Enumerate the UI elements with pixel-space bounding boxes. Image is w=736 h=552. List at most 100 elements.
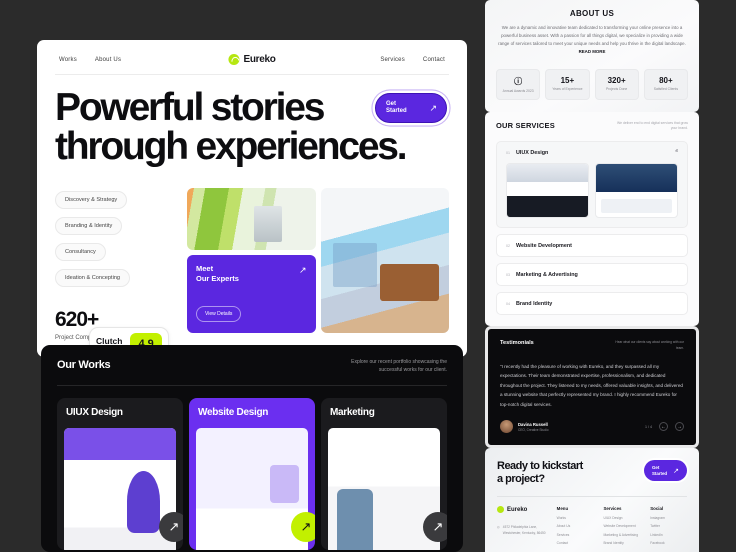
- about-heading: ABOUT US: [496, 9, 688, 18]
- stat-value: 320+: [601, 76, 633, 85]
- left-column: Works About Us Services Contact Eureko P…: [37, 40, 467, 357]
- nav-link-works[interactable]: Works: [59, 57, 77, 63]
- service-chip[interactable]: Discovery & Strategy: [55, 191, 127, 209]
- accordion-label: Brand Identity: [516, 301, 672, 307]
- cta-btn-line2: Started: [652, 471, 667, 476]
- service-chip-list: Discovery & Strategy Branding & Identity…: [55, 188, 173, 292]
- get-started-button[interactable]: Get Started ↗: [375, 93, 447, 123]
- stat-label: Projects Done: [601, 87, 633, 91]
- footer-link[interactable]: Marketing & Advertising: [603, 533, 640, 537]
- get-started-label: Get Started: [386, 101, 407, 116]
- testimonials-panel: Testimonials Hear what our clients say a…: [485, 326, 699, 448]
- footer-link[interactable]: Twitter: [650, 524, 687, 528]
- accordion-item-marketing[interactable]: 03 Marketing & Advertising ⱟ: [496, 263, 688, 286]
- accordion-number: 04: [506, 302, 510, 306]
- footer-column-social: Social Instagram Twitter LinkedIn Facebo…: [650, 506, 687, 545]
- meeting-room-photo: [321, 188, 450, 333]
- services-header: OUR SERVICES We deliver end to end digit…: [496, 121, 688, 133]
- nav-link-services[interactable]: Services: [380, 57, 405, 63]
- services-subtitle: We deliver end to end digital services t…: [614, 121, 688, 133]
- accordion-item-uiux[interactable]: 01 UIUX Design ⱏ: [496, 141, 688, 228]
- work-card-arrow-button[interactable]: ↗: [159, 512, 183, 542]
- footer-link[interactable]: About Us: [557, 524, 594, 528]
- cta-get-started-button[interactable]: Get Started ↗: [644, 460, 687, 481]
- stat-card-experience: 15+ Years of Experience: [545, 69, 589, 100]
- testimonial-quote: "I recently had the pleasure of working …: [500, 362, 684, 409]
- accordion-label: Marketing & Advertising: [516, 272, 672, 278]
- author-text: Davina Russell CEO, Creative Studio: [518, 422, 548, 432]
- footer-column-heading: Services: [603, 506, 640, 511]
- cta-btn-line1: Get: [652, 465, 659, 470]
- accordion-header[interactable]: 01 UIUX Design ⱏ: [497, 142, 687, 163]
- accordion-header[interactable]: 02 Website Development ⱟ: [497, 235, 687, 256]
- accordion-label: Website Development: [516, 243, 672, 249]
- nav-left-group: Works About Us: [59, 57, 121, 63]
- work-card-title: Marketing: [330, 407, 438, 418]
- view-details-button[interactable]: View Details: [196, 306, 241, 322]
- accordion-item-brand-identity[interactable]: 04 Brand Identity ⱟ: [496, 292, 688, 315]
- prev-arrow-icon[interactable]: ←: [659, 422, 668, 431]
- accordion-item-web-development[interactable]: 02 Website Development ⱟ: [496, 234, 688, 257]
- nav-link-contact[interactable]: Contact: [423, 57, 445, 63]
- nav-right-group: Services Contact: [380, 57, 445, 63]
- footer-link[interactable]: Website Development: [603, 524, 640, 528]
- brand-name: Eureko: [243, 54, 275, 65]
- footer-brand-name: Eureko: [507, 507, 527, 513]
- avatar: [500, 420, 513, 433]
- stat-value: 15+: [551, 76, 583, 85]
- accordion-content: [497, 163, 687, 227]
- footer-link[interactable]: LinkedIn: [650, 533, 687, 537]
- footer-link[interactable]: Contact: [557, 541, 594, 545]
- brand-logo[interactable]: Eureko: [228, 54, 275, 65]
- meet-experts-title: Meet Our Experts: [196, 264, 307, 284]
- read-more-link[interactable]: READ MORE: [579, 49, 606, 54]
- work-card-title: UIUX Design: [66, 407, 174, 418]
- footer-logo[interactable]: Eureko: [497, 506, 547, 513]
- footer-link[interactable]: UIUX Design: [603, 516, 640, 520]
- cta-title-line2: a project?: [497, 473, 545, 485]
- arrow-up-right-icon: ↗: [673, 467, 679, 475]
- get-started-line2: Started: [386, 108, 407, 114]
- footer-address: ◎ 4572 Philadelphia Lane, Westchester, K…: [497, 525, 547, 537]
- work-card-website[interactable]: Website Design ↗: [189, 398, 315, 550]
- work-card-arrow-button[interactable]: ↗: [291, 512, 315, 542]
- footer-link[interactable]: Brand Identity: [603, 541, 640, 545]
- author-name: Davina Russell: [518, 422, 548, 427]
- works-panel: Our Works Explore our recent portfolio s…: [41, 345, 463, 552]
- get-started-line1: Get: [386, 101, 396, 107]
- footer-address-text: 4572 Philadelphia Lane, Westchester, Ken…: [503, 525, 547, 537]
- nav-link-about[interactable]: About Us: [95, 57, 121, 63]
- works-title: Our Works: [57, 359, 110, 371]
- service-chip[interactable]: Ideation & Concepting: [55, 269, 130, 287]
- accordion-header[interactable]: 03 Marketing & Advertising ⱟ: [497, 264, 687, 285]
- footer-link[interactable]: Facebook: [650, 541, 687, 545]
- arrow-up-right-icon: ↗: [299, 265, 307, 276]
- award-icon: ⓘ: [502, 76, 534, 87]
- divider: [497, 496, 687, 497]
- about-paragraph: We are a dynamic and innovative team ded…: [496, 24, 688, 57]
- footer-link[interactable]: Instagram: [650, 516, 687, 520]
- author-role: CEO, Creative Studio: [518, 428, 548, 432]
- accordion-header[interactable]: 04 Brand Identity ⱟ: [497, 293, 687, 314]
- hero-title-line1: Powerful stories: [55, 86, 323, 129]
- stat-card-clients: 80+ Satisfied Clients: [644, 69, 688, 100]
- cta-button-label: Get Started: [652, 465, 667, 476]
- services-heading: OUR SERVICES: [496, 121, 555, 130]
- footer-columns: Eureko ◎ 4572 Philadelphia Lane, Westche…: [497, 506, 687, 545]
- work-card-arrow-button[interactable]: ↗: [423, 512, 447, 542]
- works-header: Our Works Explore our recent portfolio s…: [57, 359, 447, 386]
- hero-media-grid: Meet Our Experts ↗ View Details: [187, 188, 449, 341]
- screenshot-canvas: Works About Us Services Contact Eureko P…: [0, 0, 736, 552]
- chevron-up-icon[interactable]: ⱏ: [675, 149, 678, 156]
- meet-experts-card[interactable]: Meet Our Experts ↗ View Details: [187, 255, 316, 333]
- work-card-uiux[interactable]: UIUX Design ↗: [57, 398, 183, 550]
- next-arrow-icon[interactable]: →: [675, 422, 684, 431]
- service-chip[interactable]: Consultancy: [55, 243, 106, 261]
- service-chip[interactable]: Branding & Identity: [55, 217, 122, 235]
- footer-column-heading: Social: [650, 506, 687, 511]
- footer-link[interactable]: Services: [557, 533, 594, 537]
- stat-label: Annual Awards 2023: [502, 89, 534, 93]
- testimonial-author: Davina Russell CEO, Creative Studio: [500, 420, 548, 433]
- work-card-marketing[interactable]: Marketing ↗: [321, 398, 447, 550]
- footer-link[interactable]: Works: [557, 516, 594, 520]
